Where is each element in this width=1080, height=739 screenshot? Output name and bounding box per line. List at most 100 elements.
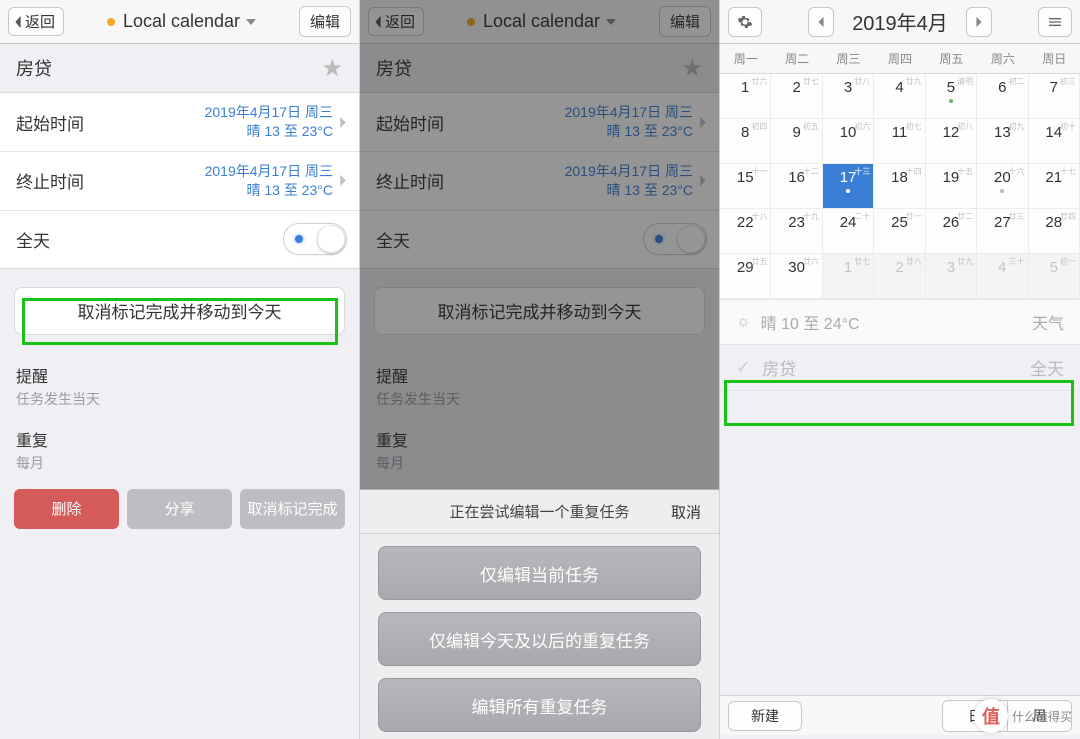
nav-bar: 返回 Local calendar 编辑	[0, 0, 359, 44]
calendar-cell[interactable]: 廿四28	[1029, 209, 1080, 254]
unmark-move-today-button[interactable]: 取消标记完成并移动到今天	[14, 287, 345, 335]
lunar-label: 十四	[906, 166, 922, 177]
unmark-button[interactable]: 取消标记完成	[240, 489, 345, 529]
start-time-row[interactable]: 起始时间 2019年4月17日 周三 晴 13 至 23°C	[0, 93, 359, 151]
calendar-cell[interactable]: 十九23	[771, 209, 822, 254]
edit-future-button[interactable]: 仅编辑今天及以后的重复任务	[378, 612, 701, 666]
weekday-label: 周日	[1029, 50, 1080, 67]
calendar-cell[interactable]: 初七11	[874, 119, 925, 164]
calendar-cell[interactable]: 初五9	[771, 119, 822, 164]
calendar-cell[interactable]: 廿七1	[823, 254, 874, 299]
sun-icon: ☼	[736, 313, 751, 331]
lunar-label: 三十	[1009, 256, 1025, 267]
next-month-button[interactable]	[966, 7, 992, 37]
calendar-cell[interactable]: 初九13	[977, 119, 1028, 164]
calendar-cell[interactable]: 初三7	[1029, 74, 1080, 119]
calendar-cell[interactable]: 十一15	[720, 164, 771, 209]
lunar-label: 廿九	[957, 256, 973, 267]
menu-icon	[1047, 14, 1063, 30]
calendar-cell[interactable]: 清明5	[926, 74, 977, 119]
calendar-cell[interactable]: 廿七2	[771, 74, 822, 119]
calendar-cell[interactable]: 十二16	[771, 164, 822, 209]
lunar-label: 十一	[751, 166, 767, 177]
lunar-label: 廿三	[1009, 211, 1025, 222]
delete-button[interactable]: 删除	[14, 489, 119, 529]
day-number: 1	[741, 79, 749, 96]
calendar-grid: 廿六1廿七2廿八3廿九4清明5初二6初三7初四8初五9初六10初七11初八12初…	[720, 74, 1080, 299]
month-title[interactable]: 2019年4月	[838, 7, 962, 36]
lunar-label: 十九	[803, 211, 819, 222]
calendar-cell[interactable]: 初六10	[823, 119, 874, 164]
repeat-label: 重复	[16, 427, 343, 451]
calendar-selector[interactable]: Local calendar	[107, 11, 256, 32]
back-button[interactable]: 返回	[368, 7, 424, 36]
prev-month-button[interactable]	[808, 7, 834, 37]
settings-button[interactable]	[728, 7, 762, 37]
calendar-cell[interactable]: 廿八3	[823, 74, 874, 119]
reminder-value: 任务发生当天	[16, 389, 343, 409]
end-time-row[interactable]: 终止时间 2019年4月17日 周三 晴 13 至 23°C	[0, 151, 359, 210]
edit-button[interactable]: 编辑	[299, 6, 351, 37]
weekday-label: 周六	[977, 50, 1028, 67]
lunar-label: 初三	[1060, 76, 1076, 87]
calendar-cell[interactable]: 廿六1	[720, 74, 771, 119]
event-dot	[846, 189, 850, 193]
calendar-cell[interactable]: 初四8	[720, 119, 771, 164]
task-title-row: 房贷 ★	[0, 44, 359, 92]
lunar-label: 十六	[1009, 166, 1025, 177]
repeat-value: 每月	[16, 453, 343, 473]
calendar-cell[interactable]: 初十14	[1029, 119, 1080, 164]
calendar-cell[interactable]: 十三17	[823, 164, 874, 209]
panel-edit-task-overlay: 返回 Local calendar 编辑 房贷 ★ 起始时间2019年4月17日…	[360, 0, 720, 739]
edit-current-only-button[interactable]: 仅编辑当前任务	[378, 546, 701, 600]
calendar-cell[interactable]: 廿八2	[874, 254, 925, 299]
new-event-button[interactable]: 新建	[728, 701, 802, 731]
lunar-label: 廿六	[751, 76, 767, 87]
weather-text: 晴 10 至 24°C	[761, 310, 860, 334]
weekday-header: 周一周二周三周四周五周六周日	[720, 44, 1080, 74]
edit-all-button[interactable]: 编辑所有重复任务	[378, 678, 701, 732]
event-row[interactable]: ✓ 房贷 全天	[720, 345, 1080, 391]
task-title: 房贷	[16, 55, 52, 81]
lunar-label: 十二	[803, 166, 819, 177]
lunar-label: 初四	[751, 121, 767, 132]
calendar-cell[interactable]: 廿三27	[977, 209, 1028, 254]
allday-toggle[interactable]	[283, 223, 347, 255]
chevron-right-icon	[339, 116, 347, 129]
calendar-cell[interactable]: 初一5	[1029, 254, 1080, 299]
cancel-button[interactable]: 取消	[665, 497, 707, 526]
calendar-cell[interactable]: 十八22	[720, 209, 771, 254]
calendar-cell[interactable]: 二十24	[823, 209, 874, 254]
calendar-cell[interactable]: 廿五29	[720, 254, 771, 299]
back-button[interactable]: 返回	[8, 7, 64, 36]
share-button[interactable]: 分享	[127, 489, 232, 529]
calendar-cell[interactable]: 十五19	[926, 164, 977, 209]
lunar-label: 十三	[854, 166, 870, 177]
calendar-selector[interactable]: Local calendar	[467, 11, 616, 32]
lunar-label: 十八	[751, 211, 767, 222]
calendar-cell[interactable]: 廿九3	[926, 254, 977, 299]
menu-button[interactable]	[1038, 7, 1072, 37]
sheet-title: 正在尝试编辑一个重复任务	[449, 501, 629, 522]
lunar-label: 廿七	[854, 256, 870, 267]
calendar-cell[interactable]: 十六20	[977, 164, 1028, 209]
day-number: 1	[844, 259, 852, 276]
calendar-cell[interactable]: 廿一25	[874, 209, 925, 254]
calendar-cell[interactable]: 三十4	[977, 254, 1028, 299]
calendar-cell[interactable]: 廿二26	[926, 209, 977, 254]
lunar-label: 廿二	[957, 211, 973, 222]
calendar-cell[interactable]: 廿九4	[874, 74, 925, 119]
lunar-label: 初九	[1009, 121, 1025, 132]
calendar-cell[interactable]: 初二6	[977, 74, 1028, 119]
calendar-cell[interactable]: 十四18	[874, 164, 925, 209]
check-icon[interactable]: ✓	[736, 358, 750, 378]
star-icon[interactable]: ★	[321, 54, 343, 83]
lunar-label: 初二	[1009, 76, 1025, 87]
calendar-cell[interactable]: 廿六30	[771, 254, 822, 299]
weather-row[interactable]: ☼ 晴 10 至 24°C 天气	[720, 299, 1080, 345]
calendar-cell[interactable]: 初八12	[926, 119, 977, 164]
calendar-cell[interactable]: 十七21	[1029, 164, 1080, 209]
edit-button[interactable]: 编辑	[659, 6, 711, 37]
start-weather: 晴 13 至 23°C	[205, 122, 333, 141]
star-icon[interactable]: ★	[681, 54, 703, 83]
